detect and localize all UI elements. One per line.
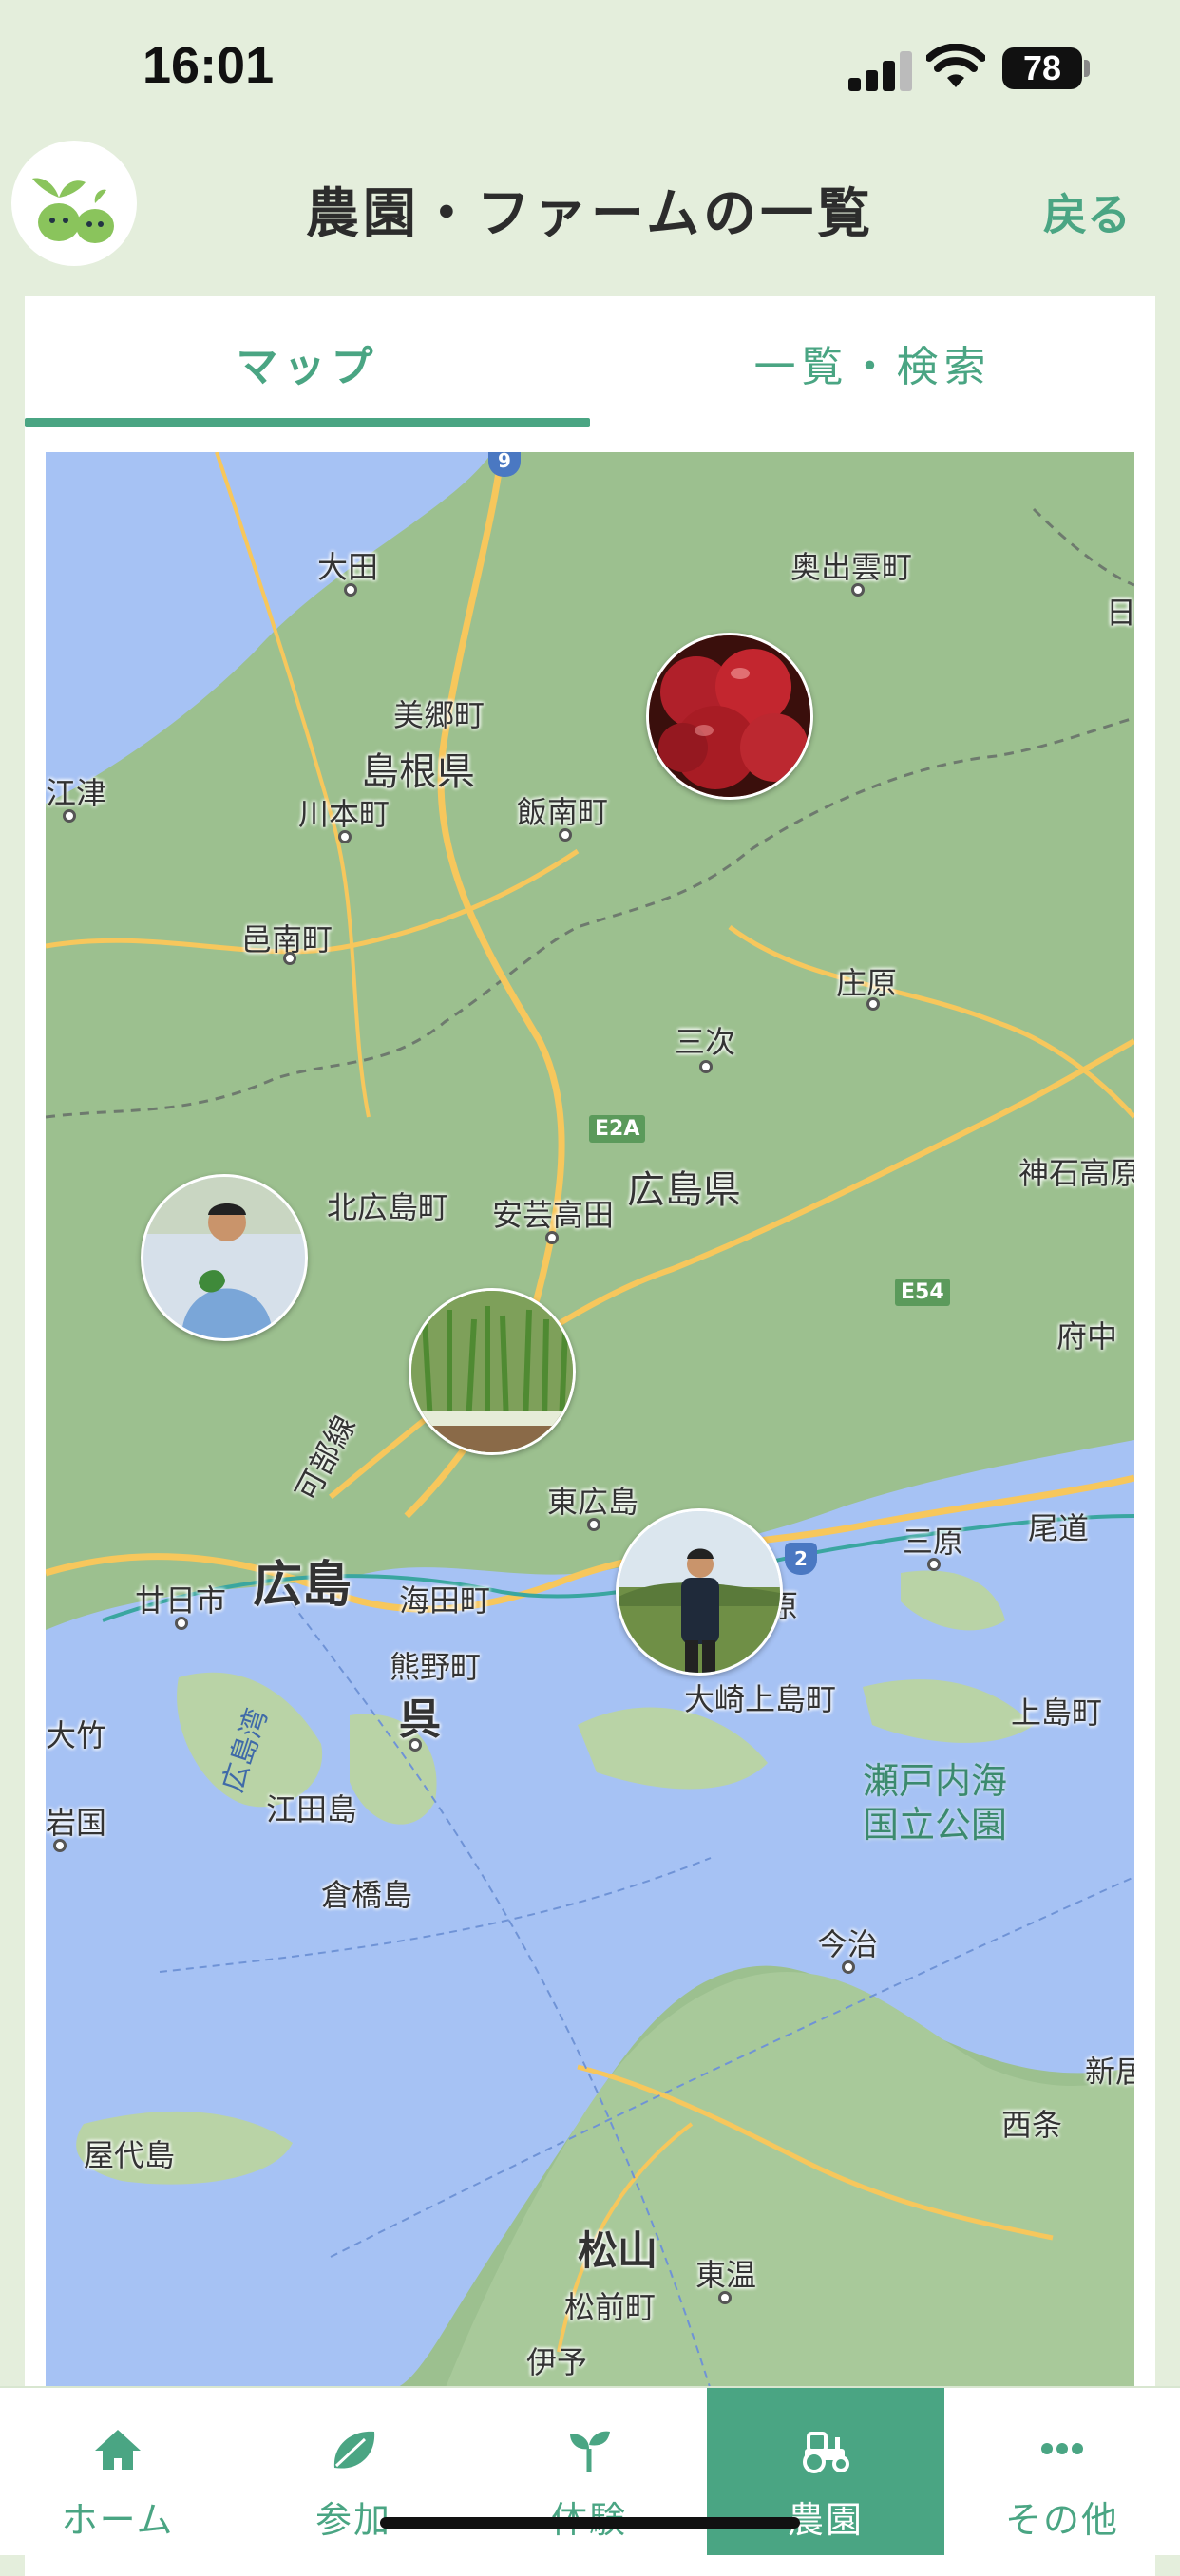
- map-label-onomichi: 尾道: [1028, 1510, 1090, 1546]
- map-label-kurahashi: 倉橋島: [321, 1877, 413, 1913]
- sprout-icon: [570, 2431, 610, 2472]
- route-e54: E54: [895, 1279, 950, 1306]
- battery-icon: 78: [1002, 47, 1082, 89]
- map-label-kokuritsu: 国立公園: [863, 1804, 1008, 1846]
- status-time: 16:01: [143, 37, 275, 94]
- nav-home-label: ホーム: [61, 2499, 175, 2541]
- map-dot-kawamoto: [338, 830, 352, 843]
- map-label-fuchu: 府中: [1056, 1318, 1118, 1354]
- map-dot-kure: [409, 1738, 422, 1752]
- map-dot-gotsu: [63, 809, 76, 823]
- map-label-mihara: 三原: [903, 1524, 964, 1560]
- map-label-iinan: 飯南町: [517, 794, 609, 830]
- map-label-imabari: 今治: [817, 1926, 879, 1962]
- route-2: 2: [785, 1543, 817, 1575]
- map-label-saijo: 西条: [1001, 2107, 1063, 2143]
- map-label-jinsekikogen: 神石高原: [1018, 1155, 1134, 1191]
- apple-image: [649, 635, 810, 797]
- map-label-kamijima: 上島町: [1011, 1695, 1103, 1731]
- map-label-hiroshima-pref: 広島県: [627, 1168, 741, 1212]
- map-label-hi: 日: [1106, 595, 1134, 631]
- map-label-kure: 呉: [399, 1695, 441, 1744]
- nav-participate[interactable]: 参加: [236, 2388, 471, 2555]
- route-e2a: E2A: [589, 1115, 646, 1143]
- nav-more[interactable]: その他: [944, 2388, 1180, 2555]
- home-icon: [95, 2430, 141, 2470]
- tab-list-search[interactable]: 一覧・検索: [590, 296, 1155, 429]
- signal-icon: [848, 49, 915, 91]
- map-dot-imabari: [842, 1960, 855, 1974]
- nav-farm[interactable]: 農園: [707, 2388, 944, 2555]
- map-label-misato: 美郷町: [393, 697, 485, 733]
- farm-map[interactable]: 大田 奥出雲町 日 美郷町 島根県 江津 川本町 飯南町 邑南町 庄原 三次 広…: [46, 452, 1134, 2390]
- map-label-hiroshima: 広島: [253, 1557, 352, 1614]
- page-title: 農園・ファームの一覧: [305, 183, 875, 245]
- farmer-greens-image: [143, 1177, 305, 1338]
- home-indicator[interactable]: [380, 2517, 800, 2529]
- map-dot-akitakata: [545, 1231, 559, 1244]
- back-button[interactable]: 戻る: [1043, 180, 1131, 243]
- map-label-okuizumo: 奥出雲町: [790, 549, 913, 585]
- farm-pin-apple[interactable]: [646, 633, 813, 800]
- map-label-kumano: 熊野町: [390, 1649, 482, 1685]
- map-dot-iinan: [559, 828, 572, 842]
- map-dot-okuizumo: [851, 583, 865, 597]
- map-label-kitahiroshima: 北広島町: [327, 1189, 449, 1225]
- map-dot-toon: [718, 2291, 732, 2304]
- map-dot-higashihiroshima: [587, 1518, 600, 1531]
- leaf-icon: [333, 2431, 375, 2469]
- map-label-hatsukaichi: 廿日市: [135, 1582, 227, 1619]
- nav-experience[interactable]: 体験: [471, 2388, 707, 2555]
- map-label-kawamoto: 川本町: [298, 796, 390, 832]
- status-bar: 16:01 78: [0, 0, 1180, 142]
- map-label-iwakuni: 岩国: [46, 1805, 107, 1841]
- map-dot-hatsukaichi: [175, 1617, 188, 1630]
- map-label-oda: 大田: [317, 549, 379, 585]
- map-label-yashiro: 屋代島: [84, 2137, 176, 2173]
- map-dot-iwakuni: [53, 1839, 67, 1852]
- map-label-niihama: 新居: [1085, 2054, 1134, 2090]
- map-label-miyoshi: 三次: [675, 1024, 736, 1060]
- map-label-shobara: 庄原: [836, 965, 898, 1001]
- tab-bar: マップ 一覧・検索: [25, 296, 1155, 429]
- map-label-otake: 大竹: [46, 1717, 107, 1753]
- map-dot-mihara: [927, 1558, 941, 1571]
- map-label-shimane: 島根県: [361, 750, 475, 794]
- more-icon: [1041, 2443, 1083, 2454]
- green-onion-image: [411, 1291, 573, 1452]
- active-tab-indicator: [25, 418, 590, 427]
- map-label-iyo: 伊予: [526, 2344, 588, 2380]
- farm-pin-farmer-field[interactable]: [616, 1508, 783, 1676]
- map-label-etajima: 江田島: [266, 1791, 358, 1828]
- farmer-field-image: [619, 1511, 780, 1673]
- map-dot-miyoshi: [699, 1060, 713, 1073]
- map-label-osakikamijima: 大崎上島町: [684, 1681, 837, 1717]
- map-dot-ohnan: [283, 952, 296, 965]
- map-label-matsuyama: 松山: [578, 2227, 658, 2274]
- map-label-kaita: 海田町: [399, 1582, 491, 1619]
- map-dot-shobara: [866, 997, 880, 1011]
- map-dot-oda: [344, 583, 357, 597]
- tractor-icon: [803, 2432, 849, 2473]
- nav-more-label: その他: [1004, 2499, 1119, 2541]
- map-label-gotsu: 江津: [46, 775, 107, 811]
- map-label-akitakata: 安芸高田: [492, 1197, 615, 1233]
- bottom-nav: ホーム 参加 体験 農園 その他: [0, 2386, 1180, 2555]
- map-background: [46, 452, 1134, 2390]
- tab-map[interactable]: マップ: [25, 296, 590, 429]
- map-label-toon: 東温: [695, 2257, 757, 2293]
- farm-pin-farmer-greens[interactable]: [141, 1174, 308, 1341]
- battery-cap: [1084, 60, 1090, 77]
- map-label-masaki: 松前町: [564, 2289, 657, 2325]
- wifi-icon: [926, 44, 985, 87]
- farm-pin-green-onion[interactable]: [409, 1288, 576, 1455]
- nav-home[interactable]: ホーム: [0, 2388, 236, 2555]
